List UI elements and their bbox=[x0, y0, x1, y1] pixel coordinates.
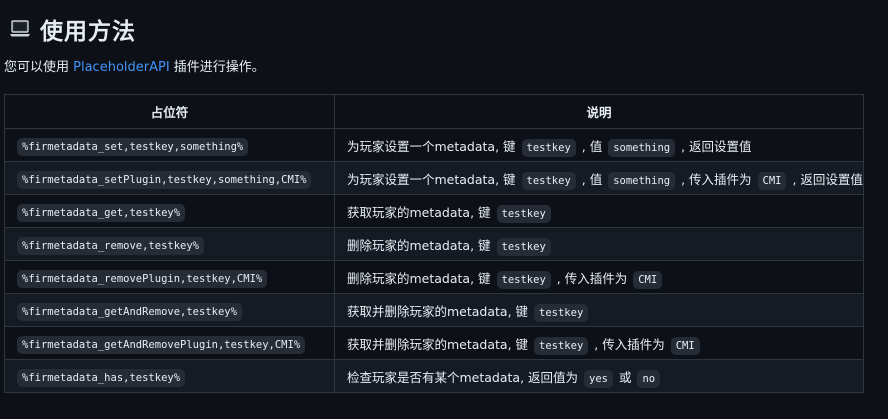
table-row: %firmetadata_getAndRemove,testkey% 获取并删除玩… bbox=[4, 293, 864, 327]
placeholder-code: %firmetadata_removePlugin,testkey,CMI% bbox=[17, 269, 268, 288]
inline-code: CMI bbox=[670, 336, 700, 355]
inline-code: testkey bbox=[534, 336, 589, 355]
inline-code: testkey bbox=[496, 204, 551, 223]
description-text: , 传入插件为 bbox=[677, 171, 756, 187]
description-text: 获取玩家的metadata, 键 bbox=[347, 204, 495, 220]
page-title: 使用方法 bbox=[40, 19, 136, 45]
description-text: , 传入插件为 bbox=[590, 336, 669, 352]
inline-code: testkey bbox=[496, 237, 551, 256]
description-cell: 删除玩家的metadata, 键 testkey , 传入插件为 CMI bbox=[334, 260, 864, 294]
header-placeholder: 占位符 bbox=[4, 94, 335, 129]
placeholder-cell: %firmetadata_get,testkey% bbox=[4, 194, 335, 228]
page: 使用方法 您可以使用 PlaceholderAPI 插件进行操作。 占位符 说明… bbox=[0, 0, 888, 419]
table-row: %firmetadata_has,testkey% 检查玩家是否有某个metada… bbox=[4, 359, 864, 393]
description-text: 或 bbox=[614, 369, 636, 385]
inline-code: testkey bbox=[534, 303, 589, 322]
inline-code: CMI bbox=[757, 171, 787, 190]
placeholder-cell: %firmetadata_getAndRemove,testkey% bbox=[4, 293, 335, 327]
description-cell: 获取玩家的metadata, 键 testkey bbox=[334, 194, 864, 228]
placeholder-cell: %firmetadata_getAndRemovePlugin,testkey,… bbox=[4, 326, 335, 360]
placeholder-code: %firmetadata_remove,testkey% bbox=[17, 236, 205, 255]
section-heading: 使用方法 bbox=[4, 0, 888, 58]
description-text: 删除玩家的metadata, 键 bbox=[347, 270, 495, 286]
intro-before: 您可以使用 bbox=[4, 60, 74, 75]
description-text: 获取并删除玩家的metadata, 键 bbox=[347, 303, 533, 319]
description-text: 删除玩家的metadata, 键 bbox=[347, 237, 495, 253]
description-text: 检查玩家是否有某个metadata, 返回值为 bbox=[347, 369, 583, 385]
inline-code: yes bbox=[584, 369, 613, 388]
placeholder-code: %firmetadata_set,testkey,something% bbox=[17, 137, 249, 156]
placeholder-table: 占位符 说明 %firmetadata_set,testkey,somethin… bbox=[4, 94, 864, 393]
description-cell: 删除玩家的metadata, 键 testkey bbox=[334, 227, 864, 261]
table-row: %firmetadata_removePlugin,testkey,CMI% 删除… bbox=[4, 260, 864, 294]
placeholder-code: %firmetadata_getAndRemovePlugin,testkey,… bbox=[17, 335, 306, 354]
table-row: %firmetadata_remove,testkey% 删除玩家的metadat… bbox=[4, 227, 864, 261]
inline-code: something bbox=[608, 138, 676, 157]
placeholder-code: %firmetadata_setPlugin,testkey,something… bbox=[17, 170, 312, 189]
table-header-row: 占位符 说明 bbox=[4, 94, 864, 129]
placeholder-code: %firmetadata_get,testkey% bbox=[17, 203, 186, 222]
description-text: , 值 bbox=[577, 171, 607, 187]
placeholder-cell: %firmetadata_setPlugin,testkey,something… bbox=[4, 161, 335, 195]
description-cell: 获取并删除玩家的metadata, 键 testkey , 传入插件为 CMI bbox=[334, 326, 864, 360]
intro-text: 您可以使用 PlaceholderAPI 插件进行操作。 bbox=[4, 58, 888, 78]
description-text: 为玩家设置一个metadata, 键 bbox=[347, 171, 520, 187]
description-text: , 值 bbox=[577, 138, 607, 154]
laptop-icon bbox=[8, 17, 32, 41]
placeholder-cell: %firmetadata_has,testkey% bbox=[4, 359, 335, 393]
table-row: %firmetadata_set,testkey,something% 为玩家设置… bbox=[4, 128, 864, 162]
description-cell: 为玩家设置一个metadata, 键 testkey , 值 something… bbox=[334, 128, 864, 162]
description-cell: 获取并删除玩家的metadata, 键 testkey bbox=[334, 293, 864, 327]
placeholder-code: %firmetadata_getAndRemove,testkey% bbox=[17, 302, 242, 321]
inline-code: something bbox=[608, 171, 676, 190]
placeholder-cell: %firmetadata_set,testkey,something% bbox=[4, 128, 335, 162]
placeholder-cell: %firmetadata_removePlugin,testkey,CMI% bbox=[4, 260, 335, 294]
inline-code: testkey bbox=[496, 270, 551, 289]
inline-code: CMI bbox=[633, 270, 663, 289]
placeholder-cell: %firmetadata_remove,testkey% bbox=[4, 227, 335, 261]
description-text: 获取并删除玩家的metadata, 键 bbox=[347, 336, 533, 352]
inline-code: no bbox=[637, 369, 661, 388]
intro-after: 插件进行操作。 bbox=[169, 60, 265, 75]
description-text: 为玩家设置一个metadata, 键 bbox=[347, 138, 520, 154]
table-row: %firmetadata_getAndRemovePlugin,testkey,… bbox=[4, 326, 864, 360]
description-text: , 返回设置值 bbox=[788, 171, 863, 187]
description-text: , 传入插件为 bbox=[552, 270, 632, 286]
placeholderapi-link[interactable]: PlaceholderAPI bbox=[73, 60, 170, 75]
description-cell: 为玩家设置一个metadata, 键 testkey , 值 something… bbox=[334, 161, 864, 195]
description-text: , 返回设置值 bbox=[677, 138, 752, 154]
inline-code: testkey bbox=[521, 171, 576, 190]
table-row: %firmetadata_get,testkey% 获取玩家的metadata, … bbox=[4, 194, 864, 228]
table-row: %firmetadata_setPlugin,testkey,something… bbox=[4, 161, 864, 195]
inline-code: testkey bbox=[521, 138, 576, 157]
description-cell: 检查玩家是否有某个metadata, 返回值为 yes 或 no bbox=[334, 359, 864, 393]
placeholder-code: %firmetadata_has,testkey% bbox=[17, 368, 186, 387]
header-description: 说明 bbox=[334, 94, 864, 129]
table-body: %firmetadata_set,testkey,something% 为玩家设置… bbox=[4, 128, 864, 393]
